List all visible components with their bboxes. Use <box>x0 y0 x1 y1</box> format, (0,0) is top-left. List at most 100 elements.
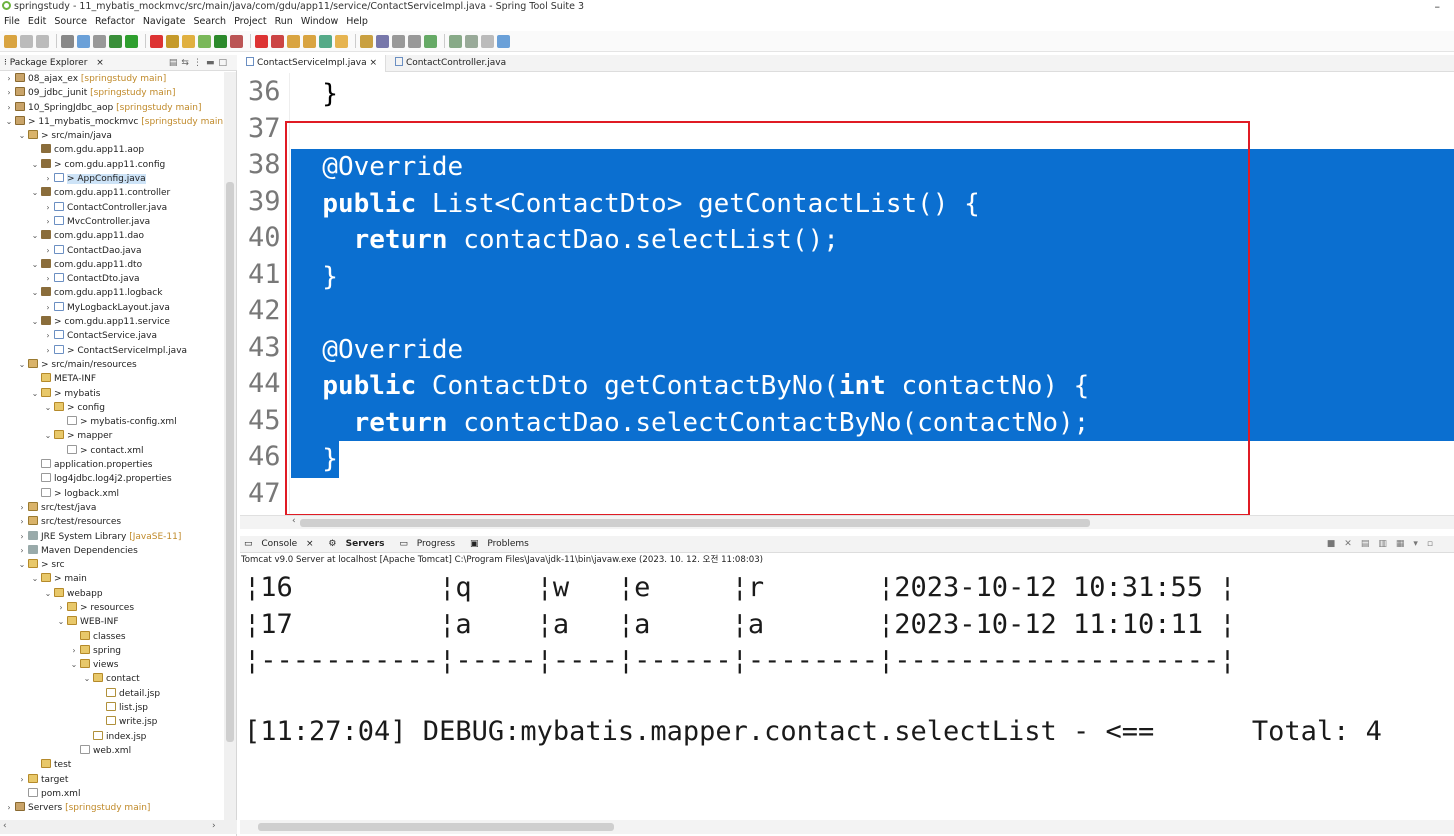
tree-item[interactable]: ⌄ com.gdu.app11.controller <box>0 186 224 200</box>
tree-item[interactable]: classes <box>0 630 224 644</box>
tree-item[interactable]: > mybatis-config.xml <box>0 415 224 429</box>
toolbar-button-icon[interactable] <box>93 34 106 48</box>
explorer-horizontal-scrollbar[interactable]: ‹ › <box>0 820 237 834</box>
scroll-thumb[interactable] <box>300 519 1090 527</box>
scroll-left-icon[interactable]: ‹ <box>3 821 7 831</box>
collapsed-chevron-icon[interactable]: › <box>69 644 79 658</box>
console-output[interactable]: ¦16 ¦q ¦w ¦e ¦r ¦2023-10-12 10:31:55 ¦ ¦1… <box>240 568 1454 820</box>
toolbar-button-icon[interactable] <box>61 34 74 48</box>
expanded-chevron-icon[interactable]: ⌄ <box>82 672 92 686</box>
collapsed-chevron-icon[interactable]: › <box>43 244 53 258</box>
tree-item[interactable]: › ContactDto.java <box>0 272 224 286</box>
scroll-thumb[interactable] <box>226 182 234 742</box>
collapsed-chevron-icon[interactable]: › <box>4 101 14 115</box>
toolbar-button-icon[interactable] <box>424 34 437 48</box>
expanded-chevron-icon[interactable]: ⌄ <box>30 315 40 329</box>
tree-item[interactable]: ⌄ > config <box>0 401 224 415</box>
tree-item[interactable]: › src/test/java <box>0 501 224 515</box>
package-explorer-tab[interactable]: ⁝ Package Explorer × ▤⇆⋮▬□ <box>0 55 237 71</box>
expanded-chevron-icon[interactable]: ⌄ <box>30 158 40 172</box>
menu-project[interactable]: Project <box>230 14 271 30</box>
tree-item[interactable]: META-INF <box>0 372 224 386</box>
tree-item[interactable]: › ContactDao.java <box>0 244 224 258</box>
menu-navigate[interactable]: Navigate <box>139 14 190 30</box>
close-icon[interactable]: × <box>370 58 378 68</box>
expanded-chevron-icon[interactable]: ⌄ <box>43 429 53 443</box>
toolbar-button-icon[interactable] <box>77 34 90 48</box>
tree-item[interactable]: log4jdbc.log4j2.properties <box>0 472 224 486</box>
tree-item[interactable]: ⌄ > mybatis <box>0 387 224 401</box>
expanded-chevron-icon[interactable]: ⌄ <box>30 229 40 243</box>
clear-console-icon[interactable]: ▤ <box>1361 539 1373 549</box>
tab-console[interactable]: ▭ Console × <box>244 539 320 549</box>
tree-item[interactable]: test <box>0 758 224 772</box>
toolbar-button-icon[interactable] <box>497 34 510 48</box>
tree-item[interactable]: ⌄ > 11_mybatis_mockmvc [springstudy main] <box>0 115 224 129</box>
tree-item[interactable]: › 09_jdbc_junit [springstudy main] <box>0 86 224 100</box>
tree-item[interactable]: › Maven Dependencies <box>0 544 224 558</box>
tree-item[interactable]: › > AppConfig.java <box>0 172 224 186</box>
scroll-right-icon[interactable]: › <box>212 821 216 831</box>
toolbar-button-icon[interactable] <box>198 34 211 48</box>
tab-servers[interactable]: ⚙ Servers <box>328 539 390 549</box>
scroll-thumb[interactable] <box>258 823 614 831</box>
expanded-chevron-icon[interactable]: ⌄ <box>43 587 53 601</box>
expanded-chevron-icon[interactable]: ⌄ <box>30 286 40 300</box>
tree-item[interactable]: › ContactService.java <box>0 329 224 343</box>
menu-refactor[interactable]: Refactor <box>91 14 139 30</box>
tree-item[interactable]: > logback.xml <box>0 487 224 501</box>
close-icon[interactable]: × <box>306 539 314 549</box>
expanded-chevron-icon[interactable]: ⌄ <box>4 115 14 129</box>
tab-contactcontroller[interactable]: ContactController.java <box>389 55 514 72</box>
toolbar-button-icon[interactable] <box>449 34 462 48</box>
tree-item[interactable]: ⌄ com.gdu.app11.dao <box>0 229 224 243</box>
collapsed-chevron-icon[interactable]: › <box>17 501 27 515</box>
editor-horizontal-scrollbar[interactable]: ‹ <box>240 515 1454 529</box>
menu-edit[interactable]: Edit <box>24 14 50 30</box>
code-editor[interactable]: 36 37 38 39 40 41 42 43 44 45 46 47 } @Override pub… <box>240 73 1454 515</box>
toolbar-button-icon[interactable] <box>36 34 49 48</box>
tree-item[interactable]: detail.jsp <box>0 687 224 701</box>
menu-file[interactable]: File <box>0 14 24 30</box>
tree-item[interactable]: › MyLogbackLayout.java <box>0 301 224 315</box>
toolbar-button-icon[interactable] <box>303 34 316 48</box>
expanded-chevron-icon[interactable]: ⌄ <box>30 186 40 200</box>
tree-item[interactable]: › ContactController.java <box>0 201 224 215</box>
expanded-chevron-icon[interactable]: ⌄ <box>30 387 40 401</box>
collapsed-chevron-icon[interactable]: › <box>4 801 14 815</box>
minimize-view-icon[interactable]: ▬ <box>206 58 219 68</box>
expanded-chevron-icon[interactable]: ⌄ <box>69 658 79 672</box>
toolbar-button-icon[interactable] <box>271 34 284 48</box>
toolbar-button-icon[interactable] <box>408 34 421 48</box>
tree-item[interactable]: ⌄ contact <box>0 672 224 686</box>
expanded-chevron-icon[interactable]: ⌄ <box>30 258 40 272</box>
expanded-chevron-icon[interactable]: ⌄ <box>17 358 27 372</box>
tree-item[interactable]: ⌄ com.gdu.app11.dto <box>0 258 224 272</box>
tab-contactserviceimpl[interactable]: ContactServiceImpl.java × <box>240 55 387 72</box>
tree-item[interactable]: › 08_ajax_ex [springstudy main] <box>0 72 224 86</box>
toolbar-button-icon[interactable] <box>214 34 227 48</box>
collapse-all-icon[interactable]: ▤ <box>169 58 182 68</box>
toolbar-button-icon[interactable] <box>182 34 195 48</box>
tree-item[interactable]: > contact.xml <box>0 444 224 458</box>
expanded-chevron-icon[interactable]: ⌄ <box>56 615 66 629</box>
collapsed-chevron-icon[interactable]: › <box>43 201 53 215</box>
tree-item[interactable]: ⌄ > src/main/java <box>0 129 224 143</box>
tree-item[interactable]: › src/test/resources <box>0 515 224 529</box>
maximize-view-icon[interactable]: □ <box>218 58 231 68</box>
scroll-lock-icon[interactable]: ▥ <box>1378 539 1390 549</box>
collapsed-chevron-icon[interactable]: › <box>56 601 66 615</box>
tree-item[interactable]: pom.xml <box>0 787 224 801</box>
tree-item[interactable]: › spring <box>0 644 224 658</box>
tree-item[interactable]: ⌄ webapp <box>0 587 224 601</box>
collapsed-chevron-icon[interactable]: › <box>43 215 53 229</box>
collapsed-chevron-icon[interactable]: › <box>43 272 53 286</box>
new-console-icon[interactable]: ▫ <box>1427 539 1436 549</box>
toolbar-button-icon[interactable] <box>4 34 17 48</box>
tree-item[interactable]: write.jsp <box>0 715 224 729</box>
toolbar-button-icon[interactable] <box>392 34 405 48</box>
tree-item[interactable]: web.xml <box>0 744 224 758</box>
collapsed-chevron-icon[interactable]: › <box>17 530 27 544</box>
display-console-icon[interactable]: ▾ <box>1413 539 1421 549</box>
toolbar-button-icon[interactable] <box>150 34 163 48</box>
